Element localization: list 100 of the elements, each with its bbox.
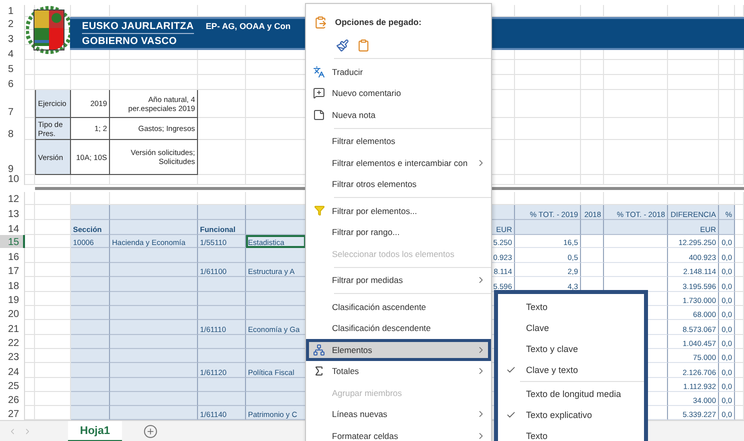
menu-item[interactable]: Nueva nota [306, 104, 491, 126]
grid-cell [604, 90, 668, 118]
menu-heading-text: Opciones de pegado: [335, 17, 422, 27]
coat-of-arms-icon [26, 4, 72, 56]
grid-cell [604, 140, 668, 175]
grid-cell [25, 292, 35, 306]
menu-item[interactable]: Texto [498, 296, 644, 317]
grid-cell [515, 90, 581, 118]
grid-cell [735, 90, 744, 118]
grid-cell [735, 292, 744, 306]
grid-cell [735, 378, 744, 392]
menu-item[interactable]: Totales [306, 360, 491, 382]
menu-item[interactable]: Filtrar elementos e intercambiar con [306, 152, 491, 174]
table-cell [246, 392, 306, 406]
table-cell [71, 320, 110, 335]
paste-icon[interactable] [357, 38, 370, 52]
table-cell [581, 235, 604, 248]
table-cell [71, 363, 110, 378]
grid-cell [25, 235, 35, 248]
table-cell [71, 335, 110, 349]
chevron-left-icon[interactable] [8, 427, 17, 436]
table-cell [490, 205, 515, 220]
grid-cell [719, 60, 735, 75]
row-number[interactable]: 15 [0, 235, 25, 248]
table-cell [198, 378, 246, 392]
grid-cell [604, 118, 668, 140]
grid-cell [25, 306, 35, 320]
sheet-tab[interactable]: Hoja1 [68, 421, 122, 441]
menu-item[interactable]: Clasificación ascendente [306, 296, 491, 318]
grid-cell [668, 60, 719, 75]
grid-cell [668, 118, 719, 140]
grid-cell [198, 175, 246, 185]
grid-cell [35, 60, 71, 75]
grid-cell [515, 75, 581, 90]
grid-cell [735, 60, 744, 75]
grid-cell [604, 60, 668, 75]
grid-cell [735, 320, 744, 335]
grid-cell [581, 60, 604, 75]
note-icon [313, 108, 325, 121]
menu-item[interactable]: Clave [498, 317, 644, 338]
grid-cell [25, 392, 35, 406]
table-cell [719, 220, 735, 235]
menu-item[interactable]: Filtrar por rango... [306, 222, 491, 243]
menu-item[interactable]: Texto explicativo [498, 404, 644, 425]
menu-item[interactable]: Clasificación descendente [306, 318, 491, 339]
grid-cell [735, 75, 744, 90]
menu-item[interactable]: Filtrar por elementos... [306, 200, 491, 222]
grid-cell [735, 349, 744, 363]
table-cell [71, 306, 110, 320]
grid-cell [735, 306, 744, 320]
menu-item[interactable]: Elementos [306, 339, 491, 360]
table-cell [71, 392, 110, 406]
chevron-right-icon[interactable] [23, 427, 32, 436]
translate-icon [313, 66, 325, 78]
clipboard-icon [314, 16, 327, 28]
table-cell [604, 263, 668, 277]
grid-cell [198, 90, 246, 118]
table-cell [71, 406, 110, 420]
menu-item[interactable]: Filtrar por medidas [306, 270, 491, 291]
plus-icon [146, 427, 155, 436]
table-cell [198, 248, 246, 263]
menu-item[interactable]: Clave y texto [498, 359, 644, 380]
grid-cell [515, 175, 581, 185]
table-cell [198, 205, 246, 220]
grid-cell [581, 175, 604, 185]
grid-cell [668, 140, 719, 175]
menu-item[interactable]: Texto [498, 425, 644, 441]
grid-cell [735, 277, 744, 292]
menu-item[interactable]: Formatear celdas [306, 425, 491, 441]
add-sheet-button[interactable] [144, 425, 157, 438]
grid-cell [735, 118, 744, 140]
grid-cell [581, 90, 604, 118]
grid-cell [735, 335, 744, 349]
table-cell [71, 292, 110, 306]
grid-cell [71, 60, 110, 75]
grid-cell [735, 263, 744, 277]
menu-item[interactable]: Filtrar otros elementos [306, 174, 491, 195]
table-cell [246, 306, 306, 320]
grid-cell [581, 140, 604, 175]
grid-cell [35, 192, 71, 205]
grid-cell [25, 205, 35, 220]
menu-item[interactable]: Filtrar elementos [306, 130, 491, 152]
table-cell [604, 235, 668, 248]
grid-cell [25, 75, 35, 90]
grid-cell [735, 392, 744, 406]
grid-cell [198, 75, 246, 90]
menu-item[interactable]: Texto de longitud media [498, 383, 644, 404]
menu-item[interactable]: Texto y clave [498, 338, 644, 359]
comment-icon [313, 87, 325, 100]
menu-item[interactable]: Líneas nuevas [306, 404, 491, 425]
menu-item[interactable]: Traducir [306, 61, 491, 82]
paste-formatting-icon[interactable] [336, 38, 349, 52]
table-cell [71, 349, 110, 363]
filter-icon [314, 205, 324, 216]
table-cell [71, 248, 110, 263]
menu-item[interactable]: Nuevo comentario [306, 82, 491, 104]
grid-cell [735, 192, 744, 205]
table-cell [198, 292, 246, 306]
table-cell [198, 277, 246, 292]
table-cell [198, 335, 246, 349]
